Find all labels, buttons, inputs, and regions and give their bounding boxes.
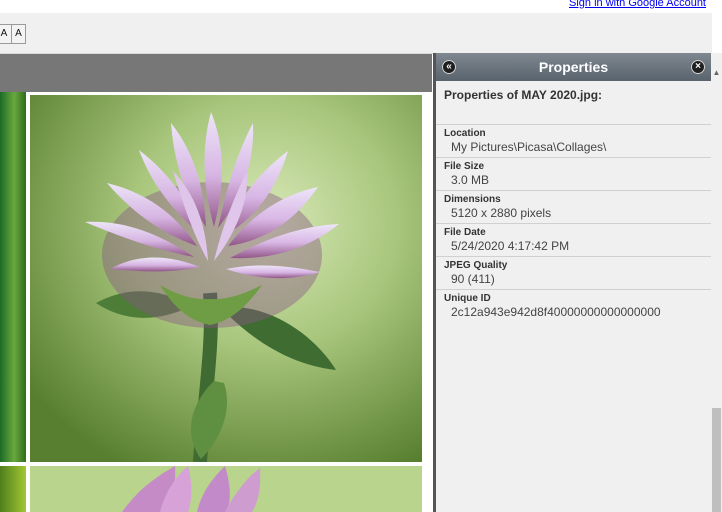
- tile-border-right: [422, 92, 432, 512]
- property-label: Dimensions: [444, 194, 501, 205]
- property-file-size: File Size 3.0 MB: [436, 157, 711, 190]
- close-icon[interactable]: ×: [691, 60, 705, 74]
- tile-border-top: [30, 92, 422, 95]
- font-increase-button[interactable]: A: [11, 25, 25, 43]
- property-file-date: File Date 5/24/2020 4:17:42 PM: [436, 223, 711, 256]
- property-value: My Pictures\Picasa\Collages\: [451, 140, 607, 154]
- sign-in-link[interactable]: Sign in with Google Account: [569, 0, 706, 9]
- clover-flower-preview: [30, 466, 422, 512]
- property-location: Location My Pictures\Picasa\Collages\: [436, 124, 711, 157]
- panel-title: Properties: [538, 59, 609, 75]
- vertical-scrollbar[interactable]: ▲: [711, 53, 722, 512]
- property-label: Unique ID: [444, 293, 491, 304]
- toolbar: A A: [0, 13, 712, 54]
- collage-tile-left: [0, 92, 26, 462]
- property-label: Location: [444, 128, 486, 139]
- tile-border-horizontal: [0, 462, 432, 466]
- property-jpeg-quality: JPEG Quality 90 (411): [436, 256, 711, 289]
- property-unique-id: Unique ID 2c12a943e942d8f400000000000000…: [436, 289, 711, 322]
- panel-header: « Properties ×: [436, 53, 711, 81]
- properties-list: Location My Pictures\Picasa\Collages\ Fi…: [436, 124, 711, 322]
- property-value: 5120 x 2880 pixels: [451, 206, 552, 220]
- collage-tile-bottom-left: [0, 466, 26, 512]
- property-label: File Date: [444, 227, 486, 238]
- scrollbar-thumb[interactable]: [712, 408, 721, 512]
- property-label: JPEG Quality: [444, 260, 508, 271]
- properties-panel: « Properties × Properties of MAY 2020.jp…: [433, 53, 711, 512]
- double-chevron-left-icon[interactable]: «: [442, 60, 456, 74]
- property-value: 3.0 MB: [451, 173, 490, 187]
- collage-tile-main[interactable]: [30, 95, 422, 462]
- property-value: 90 (411): [451, 272, 495, 286]
- property-label: File Size: [444, 161, 485, 172]
- tile-border-vertical: [26, 92, 30, 512]
- image-viewer[interactable]: [0, 92, 432, 512]
- top-bar: Sign in with Google Account: [0, 0, 722, 13]
- property-value: 5/24/2020 4:17:42 PM: [451, 239, 570, 253]
- property-dimensions: Dimensions 5120 x 2880 pixels: [436, 190, 711, 223]
- clover-flower-image: [30, 95, 422, 462]
- font-size-buttons: A A: [0, 24, 26, 44]
- collage-tile-bottom: [30, 466, 422, 512]
- property-value: 2c12a943e942d8f40000000000000000: [451, 305, 661, 319]
- font-decrease-button[interactable]: A: [0, 25, 11, 43]
- viewer-header-bar: [0, 54, 432, 92]
- scroll-up-icon[interactable]: ▲: [712, 69, 721, 77]
- properties-heading: Properties of MAY 2020.jpg:: [444, 88, 603, 102]
